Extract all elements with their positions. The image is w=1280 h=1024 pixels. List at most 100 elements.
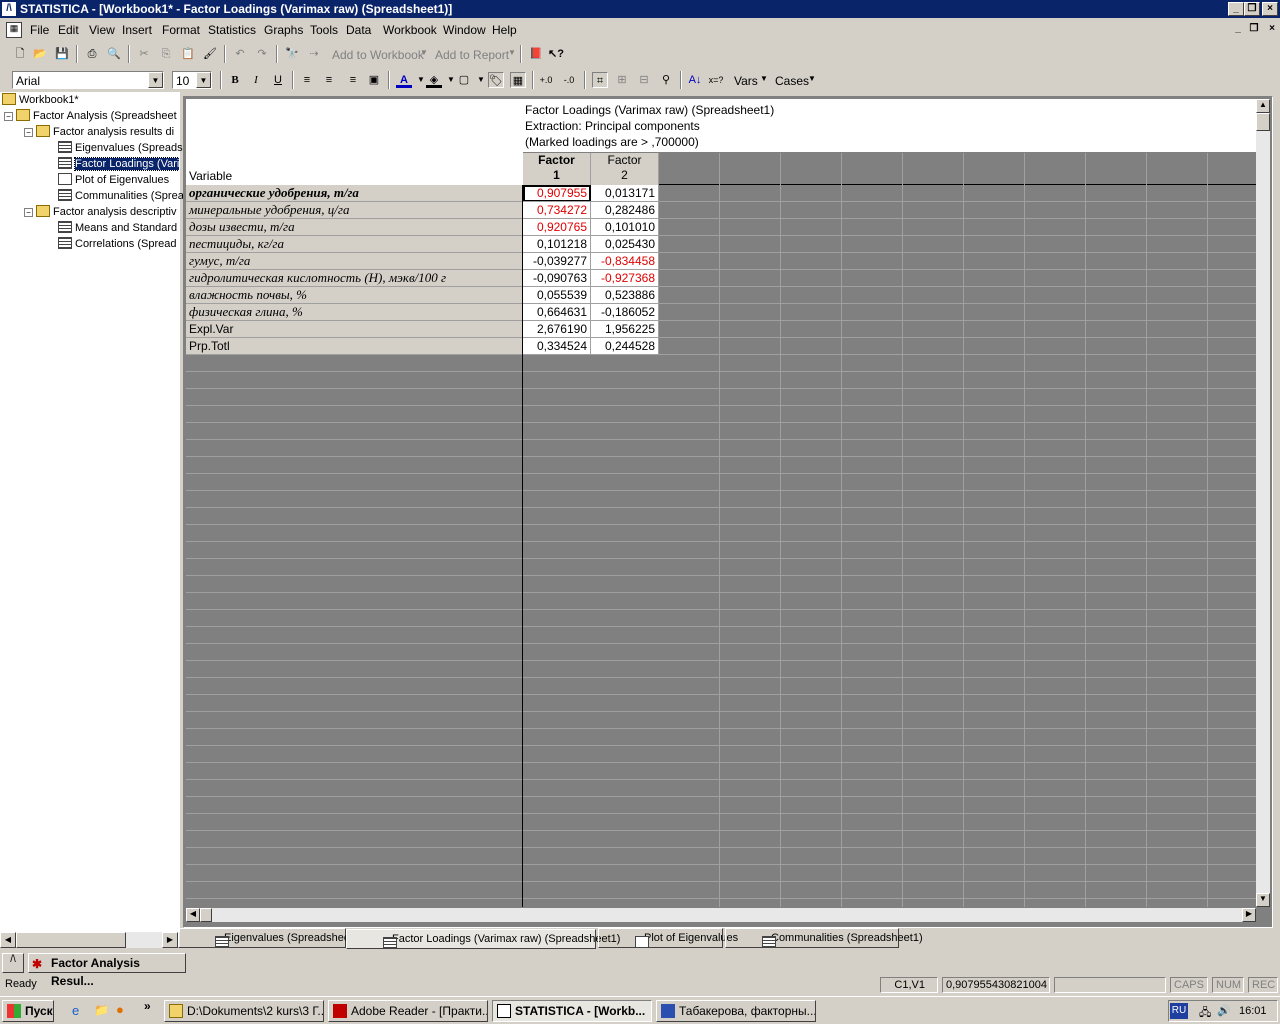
quicklaunch-more-icon[interactable]: » [144,999,151,1013]
summary-factor2-cell[interactable]: 0,244528 [591,338,659,355]
copy-icon[interactable]: ⎘ [158,46,174,62]
minimize-icon[interactable]: _ [1228,2,1244,16]
ie-icon[interactable]: e [72,1003,79,1018]
menu-insert[interactable]: Insert [122,23,152,37]
open-icon[interactable]: 📂 [32,46,48,62]
add-to-report-dropdown-icon[interactable]: ▼ [508,48,516,57]
menu-tools[interactable]: Tools [310,23,338,37]
doc-close-icon[interactable]: × [1264,23,1280,37]
factor2-cell[interactable]: -0,186052 [591,304,659,321]
summary-factor2-cell[interactable]: 1,956225 [591,321,659,338]
book-icon[interactable]: 📕 [528,46,544,62]
factor2-cell[interactable]: 0,523886 [591,287,659,304]
tab-factor-loadings[interactable]: Factor Loadings (Varimax raw) (Spreadshe… [346,929,620,950]
paste-icon[interactable]: 📋 [180,46,196,62]
font-name-combo[interactable]: Arial ▼ [12,71,164,89]
summary-label[interactable]: Expl.Var [186,321,523,338]
variable-specs-icon[interactable]: x=? [708,72,724,88]
tab-communalities[interactable]: Communalities (Spreadsheet1) [725,928,923,949]
factor2-cell[interactable]: 0,013171 [591,185,659,202]
align-center-icon[interactable]: ≡ [321,72,337,88]
tree-root[interactable]: Workbook1* [2,93,79,109]
header-icon[interactable]: ⊞ [614,72,630,88]
factor1-cell[interactable]: 0,055539 [523,287,591,304]
hscroll-thumb[interactable] [200,908,212,922]
language-indicator[interactable]: RU [1170,1003,1188,1019]
decrease-decimal-icon[interactable]: -.0 [561,72,577,88]
row-label[interactable]: органические удобрения, т/га [186,185,523,202]
taskbar-word[interactable]: Табакерова, факторны... [656,1000,816,1022]
add-to-report-button[interactable]: Add to Report [435,48,509,62]
menu-graphs[interactable]: Graphs [264,23,303,37]
row-label[interactable]: дозы извести, т/га [186,219,523,236]
align-right-icon[interactable]: ≡ [345,72,361,88]
menu-format[interactable]: Format [162,23,200,37]
menu-help[interactable]: Help [492,23,517,37]
scroll-down-icon[interactable]: ▼ [1256,893,1270,907]
tree-item-means[interactable]: Means and Standard [58,221,177,237]
tree-hscrollbar[interactable]: ◀ ▶ [0,932,180,948]
minimized-analysis-window[interactable]: ✱ Factor Analysis Resul... [28,953,186,988]
font-color-icon[interactable]: A [396,72,412,88]
sort-icon[interactable]: A↓ [687,72,703,88]
font-size-dropdown-icon[interactable]: ▼ [196,72,211,88]
summary-label[interactable]: Prp.Totl [186,338,523,355]
factor2-column-header[interactable]: Factor 2 [591,153,659,185]
statistica-app-icon[interactable]: /\ [2,2,16,16]
start-button[interactable]: Пуск [2,1000,54,1022]
print-icon[interactable]: ⎙ [84,46,100,62]
collapse-icon[interactable]: − [4,111,13,121]
hscroll-left-icon[interactable]: ◀ [186,908,200,922]
print-preview-icon[interactable]: 🔍 [106,46,122,62]
row-label[interactable]: пестициды, кг/га [186,236,523,253]
volume-icon[interactable]: 🔊 [1217,1004,1231,1017]
tree-item-plot-eigenvalues[interactable]: Plot of Eigenvalues [58,173,169,189]
factor1-cell[interactable]: 0,664631 [523,304,591,321]
cases-menu-button[interactable]: Cases [775,74,809,88]
row-label[interactable]: влажность почвы, % [186,287,523,304]
factor1-cell[interactable]: -0,039277 [523,253,591,270]
menu-window[interactable]: Window [443,23,486,37]
tree-group-factor-analysis[interactable]: − Factor Analysis (Spreadsheet [4,109,177,125]
save-icon[interactable]: 💾 [54,46,70,62]
add-to-workbook-button[interactable]: Add to Workbook [332,48,424,62]
factor2-cell[interactable]: 0,101010 [591,219,659,236]
workbook-app-icon[interactable]: /\ [2,953,24,973]
grid-icon[interactable]: ▦ [510,72,526,88]
bold-button[interactable]: B [227,72,243,88]
vscroll-thumb[interactable] [1256,113,1270,131]
increase-decimal-icon[interactable]: +.0 [538,72,554,88]
format-painter-icon[interactable]: 🖌 [202,46,218,62]
taskbar-statistica[interactable]: STATISTICA - [Workb... [492,1000,652,1022]
scroll-up-icon[interactable]: ▲ [1256,99,1270,113]
factor2-cell[interactable]: 0,025430 [591,236,659,253]
context-help-icon[interactable]: ↖? [548,46,564,62]
doc-restore-icon[interactable]: ❐ [1246,23,1262,37]
row-label[interactable]: гидролитическая кислотность (Н), мэкв/10… [186,270,523,287]
taskbar-adobe[interactable]: Adobe Reader - [Практи... [328,1000,488,1022]
row-label[interactable]: физическая глина, % [186,304,523,321]
menu-data[interactable]: Data [346,23,371,37]
cases-dropdown-icon[interactable]: ▼ [808,74,816,83]
tree-item-factor-loadings[interactable]: Factor Loadings (Vari [58,157,180,173]
tree-icon[interactable]: ⚲ [658,72,674,88]
factor2-cell[interactable]: -0,834458 [591,253,659,270]
tab-eigenvalues[interactable]: Eigenvalues (Spreadsheet1) [178,928,363,949]
collapse-icon[interactable]: − [24,207,33,217]
row-label[interactable]: гумус, т/га [186,253,523,270]
menu-statistics[interactable]: Statistics [208,23,256,37]
font-size-combo[interactable]: 10 ▼ [172,71,212,89]
column-width-icon[interactable]: ⊟ [636,72,652,88]
factor1-column-header[interactable]: Factor 1 [523,153,591,185]
vars-dropdown-icon[interactable]: ▼ [760,74,768,83]
factor1-cell[interactable]: 0,907955 [523,185,591,202]
tree-item-eigenvalues[interactable]: Eigenvalues (Spreads [58,141,183,157]
sheet-vscrollbar[interactable]: ▲ ▼ [1256,99,1270,907]
italic-button[interactable]: I [248,72,264,88]
borders-dropdown-icon[interactable]: ▼ [473,72,489,88]
firefox-icon[interactable]: ● [116,1002,124,1017]
scroll-right-icon[interactable]: ▶ [162,932,178,948]
spreadsheet-grid[interactable]: Variable Factor Loadings (Varimax raw) (… [186,99,1256,907]
fill-color-icon[interactable]: ◈ [426,72,442,88]
tree-sub-results[interactable]: − Factor analysis results di [24,125,174,141]
